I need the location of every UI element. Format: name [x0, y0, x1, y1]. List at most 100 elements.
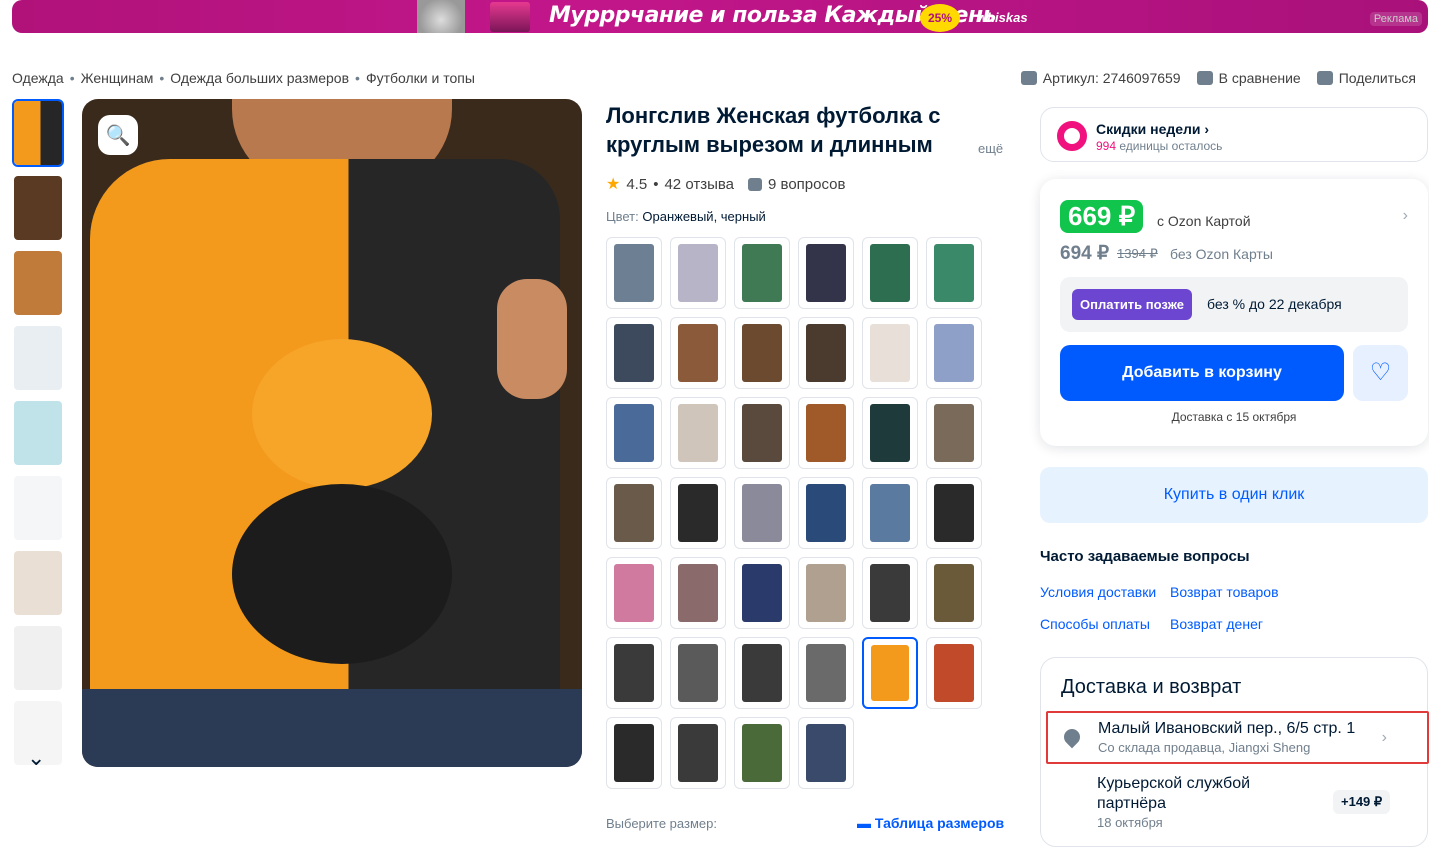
courier-date: 18 октября	[1097, 815, 1163, 830]
banner-cat-image	[417, 0, 465, 33]
pay-later-block[interactable]: Оплатить позже без % до 22 декабря	[1060, 277, 1408, 332]
color-swatch[interactable]	[670, 237, 726, 309]
color-swatch[interactable]	[862, 477, 918, 549]
reviews-link[interactable]: 42 отзыва	[664, 176, 734, 193]
color-swatch[interactable]	[606, 637, 662, 709]
no-card-label: без Ozon Карты	[1170, 246, 1273, 262]
share-icon	[1316, 71, 1333, 85]
ad-banner[interactable]: Мурррчание и польза Каждый день 25% whis…	[12, 0, 1428, 33]
color-swatch[interactable]	[734, 477, 790, 549]
banner-brand: whiskas	[977, 10, 1028, 25]
with-card-label: с Ozon Картой	[1157, 213, 1251, 229]
thumbnail[interactable]	[12, 399, 64, 467]
color-swatch[interactable]	[926, 477, 982, 549]
color-swatch[interactable]	[734, 717, 790, 789]
thumbnail[interactable]	[12, 624, 64, 692]
color-swatch[interactable]	[798, 477, 854, 549]
color-swatches	[606, 237, 986, 789]
thumbnail[interactable]	[12, 549, 64, 617]
color-swatch[interactable]	[862, 397, 918, 469]
delivery-box: Доставка и возврат Малый Ивановский пер.…	[1040, 657, 1429, 847]
color-swatch[interactable]	[606, 397, 662, 469]
color-swatch[interactable]	[862, 637, 918, 709]
chevron-right-icon[interactable]: ›	[1403, 207, 1408, 225]
color-swatch[interactable]	[734, 637, 790, 709]
courier-option[interactable]: Курьерской службой партнёра	[1097, 774, 1297, 814]
thumbnail[interactable]	[12, 174, 64, 242]
compare-button[interactable]: В сравнение	[1196, 70, 1301, 86]
color-swatch[interactable]	[862, 237, 918, 309]
regular-price: 694 ₽	[1060, 243, 1110, 264]
heart-icon[interactable]: ♡	[1353, 345, 1408, 401]
color-swatch[interactable]	[734, 317, 790, 389]
color-swatch[interactable]	[926, 557, 982, 629]
thumbnail[interactable]	[12, 99, 64, 167]
sale-count: 994 единицы осталось	[1096, 139, 1223, 153]
faq-title: Часто задаваемые вопросы	[1040, 548, 1250, 565]
color-swatch[interactable]	[862, 557, 918, 629]
color-swatch[interactable]	[926, 317, 982, 389]
original-price: 1394 ₽	[1117, 246, 1158, 261]
color-swatch[interactable]	[734, 397, 790, 469]
rating-value[interactable]: 4.5	[626, 176, 647, 193]
breadcrumb-item[interactable]: Одежда больших размеров	[170, 70, 349, 86]
color-swatch[interactable]	[798, 237, 854, 309]
faq-link[interactable]: Возврат товаров	[1170, 584, 1279, 600]
thumbnail[interactable]	[12, 324, 64, 392]
color-swatch[interactable]	[606, 317, 662, 389]
faq-link[interactable]: Способы оплаты	[1040, 616, 1150, 632]
share-button[interactable]: Поделиться	[1316, 70, 1416, 86]
article-number[interactable]: Артикул: 2746097659	[1020, 70, 1181, 86]
copy-icon	[1020, 71, 1037, 85]
color-swatch[interactable]	[926, 397, 982, 469]
color-swatch[interactable]	[606, 557, 662, 629]
color-swatch[interactable]	[798, 557, 854, 629]
faq-link[interactable]: Возврат денег	[1170, 616, 1263, 632]
question-icon	[748, 177, 763, 191]
top-actions: Артикул: 2746097659 В сравнение Поделить…	[1020, 70, 1416, 86]
title-more-link[interactable]: ещё	[978, 141, 1003, 156]
delivery-title: Доставка и возврат	[1061, 676, 1242, 698]
orange-cat-graphic	[252, 339, 432, 489]
product-title: Лонгслив Женская футболка с круглым выре…	[606, 103, 941, 157]
color-swatch[interactable]	[670, 477, 726, 549]
chevron-down-icon[interactable]: ⌄	[27, 745, 45, 771]
banner-discount-badge: 25%	[920, 4, 960, 32]
thumbnail[interactable]	[12, 249, 64, 317]
color-swatch[interactable]	[670, 637, 726, 709]
color-swatch[interactable]	[798, 717, 854, 789]
weekly-sale-card[interactable]: Скидки недели › 994 единицы осталось	[1040, 107, 1428, 162]
color-swatch[interactable]	[734, 557, 790, 629]
color-swatch[interactable]	[606, 477, 662, 549]
thumbnail[interactable]	[12, 474, 64, 542]
rating-row: ★ 4.5 • 42 отзыва 9 вопросов	[606, 175, 846, 194]
image-search-icon[interactable]: 🔍	[98, 115, 138, 155]
breadcrumb-item[interactable]: Женщинам	[81, 70, 154, 86]
breadcrumb-item[interactable]: Футболки и топы	[366, 70, 475, 86]
color-swatch[interactable]	[798, 397, 854, 469]
address-selector[interactable]: Малый Ивановский пер., 6/5 стр. 1 Со скл…	[1046, 711, 1429, 764]
color-swatch[interactable]	[670, 317, 726, 389]
color-swatch[interactable]	[670, 397, 726, 469]
color-swatch[interactable]	[926, 237, 982, 309]
color-swatch[interactable]	[926, 637, 982, 709]
ad-label: Реклама	[1369, 12, 1422, 26]
color-swatch[interactable]	[798, 637, 854, 709]
color-swatch[interactable]	[798, 317, 854, 389]
size-table-link[interactable]: ▬ Таблица размеров	[857, 815, 1004, 831]
color-swatch[interactable]	[670, 717, 726, 789]
add-to-cart-button[interactable]: Добавить в корзину	[1060, 345, 1344, 401]
buy-one-click-button[interactable]: Купить в один клик	[1040, 467, 1428, 523]
color-swatch[interactable]	[606, 717, 662, 789]
pay-later-button[interactable]: Оплатить позже	[1072, 289, 1192, 320]
faq-link[interactable]: Условия доставки	[1040, 584, 1156, 600]
main-product-image[interactable]: 🔍	[82, 99, 582, 767]
color-swatch[interactable]	[862, 317, 918, 389]
card-price: 669 ₽	[1060, 200, 1144, 233]
questions-link[interactable]: 9 вопросов	[768, 176, 845, 193]
breadcrumb-item[interactable]: Одежда	[12, 70, 64, 86]
color-swatch[interactable]	[606, 237, 662, 309]
color-swatch[interactable]	[670, 557, 726, 629]
location-pin-icon	[1060, 725, 1084, 749]
color-swatch[interactable]	[734, 237, 790, 309]
